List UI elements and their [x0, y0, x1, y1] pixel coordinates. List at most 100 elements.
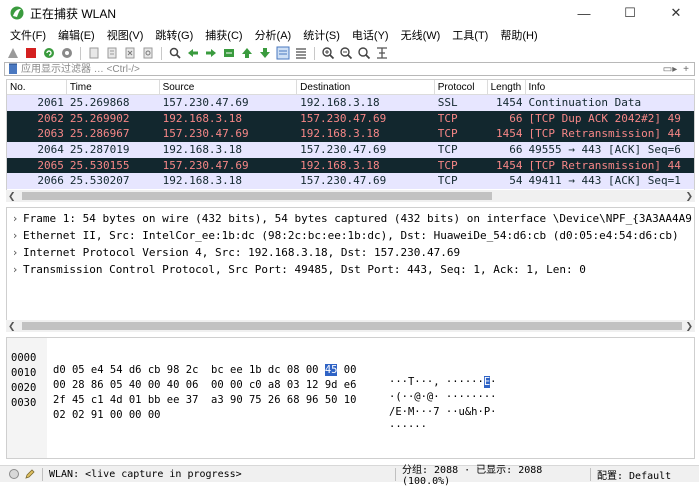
toolbar-separator [161, 46, 162, 60]
menu-analyze[interactable]: 分析(A) [249, 27, 298, 43]
expand-chevron-icon[interactable]: › [7, 212, 23, 225]
bytes-row[interactable]: 0000 d0 05 e4 54 d6 cb 98 2c bc ee 1b dc… [7, 340, 496, 388]
column-header-protocol[interactable]: Protocol [435, 80, 488, 95]
expand-chevron-icon[interactable]: › [7, 263, 23, 276]
bytes-hex[interactable]: 2f 45 c1 4d 01 bb ee 37 a3 90 75 26 68 9… [53, 394, 356, 406]
packet-list[interactable]: No. Time Source Destination Protocol Len… [6, 79, 695, 201]
menu-telephony[interactable]: 电话(Y) [346, 27, 395, 43]
menu-go[interactable]: 跳转(G) [149, 27, 199, 43]
status-packet-count: 分组: 2088 · 已显示: 2088 (100.0%) [402, 465, 543, 487]
bytes-row[interactable]: 0030 02 02 91 00 00 00 ······ [7, 385, 427, 433]
edit-comment-icon[interactable] [24, 468, 36, 480]
packet-list-hscrollbar[interactable]: ❮ ❯ [6, 190, 695, 202]
packet-source: 192.168.3.18 [162, 143, 243, 157]
bytes-ascii[interactable]: ······ [389, 421, 427, 433]
column-header-no[interactable]: No. [7, 80, 67, 95]
column-header-source[interactable]: Source [160, 80, 298, 95]
detail-row-ip[interactable]: › Internet Protocol Version 4, Src: 192.1… [7, 244, 694, 261]
zoom-in-icon[interactable] [321, 46, 335, 60]
expand-chevron-icon[interactable]: › [7, 246, 23, 259]
scroll-left-icon[interactable]: ❮ [8, 321, 16, 332]
close-button[interactable]: ✕ [653, 0, 699, 26]
capture-status-icon[interactable] [8, 468, 20, 480]
packet-bytes-pane[interactable]: 0000 d0 05 e4 54 d6 cb 98 2c bc ee 1b dc… [6, 337, 695, 459]
display-filter-input[interactable] [19, 63, 662, 75]
menu-wireless[interactable]: 无线(W) [395, 27, 447, 43]
column-header-info[interactable]: Info [526, 80, 694, 95]
display-filter-bar: ▭▸ + [4, 62, 695, 76]
reload-icon[interactable] [141, 46, 155, 60]
resize-columns-icon[interactable] [375, 46, 389, 60]
menu-help[interactable]: 帮助(H) [494, 27, 543, 43]
details-hscrollbar[interactable]: ❮ ❯ [6, 320, 695, 332]
bytes-hex[interactable]: 00 28 86 05 40 00 40 06 00 00 c0 a8 03 1… [53, 379, 356, 391]
bytes-hex[interactable]: d0 05 e4 54 d6 cb 98 2c bc ee 1b dc 08 0… [53, 364, 356, 376]
shark-fin-icon[interactable] [6, 46, 20, 60]
bytes-offset: 0030 [11, 397, 37, 409]
packet-source: 192.168.3.18 [162, 174, 243, 188]
scroll-left-icon[interactable]: ❮ [8, 191, 16, 202]
packet-destination: 192.168.3.18 [300, 96, 380, 109]
detail-row-tcp[interactable]: › Transmission Control Protocol, Src Port… [7, 261, 694, 278]
packet-source: 157.230.47.69 [162, 127, 249, 141]
save-file-icon[interactable] [105, 46, 119, 60]
detail-text: Internet Protocol Version 4, Src: 192.16… [23, 246, 461, 259]
packet-info: [TCP Retransmission] 44 [528, 127, 681, 141]
packet-row[interactable]: 2061 25.269868 157.230.47.69 192.168.3.1… [7, 95, 694, 111]
packet-row[interactable]: 2063 25.286967 157.230.47.69 192.168.3.1… [7, 126, 694, 143]
bookmark-icon[interactable] [7, 63, 19, 75]
detail-row-ethernet[interactable]: › Ethernet II, Src: IntelCor_ee:1b:dc (98… [7, 227, 694, 244]
menu-capture[interactable]: 捕获(C) [199, 27, 248, 43]
add-filter-button[interactable]: + [678, 63, 694, 75]
menu-file[interactable]: 文件(F) [4, 27, 52, 43]
scrollbar-thumb[interactable] [22, 192, 492, 200]
scroll-right-icon[interactable]: ❯ [685, 321, 693, 332]
minimize-button[interactable]: — [561, 0, 607, 26]
open-file-icon[interactable] [87, 46, 101, 60]
first-packet-icon[interactable] [240, 46, 254, 60]
colorize-icon[interactable] [294, 46, 308, 60]
zoom-out-icon[interactable] [339, 46, 353, 60]
menu-view[interactable]: 视图(V) [101, 27, 150, 43]
maximize-button[interactable]: ☐ [607, 0, 653, 26]
status-profile[interactable]: 配置: Default [597, 467, 671, 482]
menu-edit[interactable]: 编辑(E) [52, 27, 101, 43]
packet-info: Continuation Data [528, 96, 642, 109]
apply-filter-button[interactable]: ▭▸ [662, 63, 678, 75]
packet-row[interactable]: 2062 25.269902 192.168.3.18 157.230.47.6… [7, 110, 694, 127]
packet-time: 25.269868 [69, 96, 130, 109]
bytes-ascii[interactable]: /E·M···7 ··u&h·P· [389, 406, 496, 418]
bytes-ascii[interactable]: ···T···, ······E· [389, 376, 496, 388]
scroll-right-icon[interactable]: ❯ [685, 191, 693, 202]
scrollbar-thumb[interactable] [22, 322, 682, 330]
goto-packet-icon[interactable] [222, 46, 236, 60]
restart-icon[interactable] [42, 46, 56, 60]
menu-statistics[interactable]: 统计(S) [297, 27, 346, 43]
autoscroll-icon[interactable] [276, 46, 290, 60]
back-arrow-icon[interactable] [186, 46, 200, 60]
packet-details-pane[interactable]: › Frame 1: 54 bytes on wire (432 bits), 5… [6, 207, 695, 331]
packet-row[interactable]: 2064 25.287019 192.168.3.18 157.230.47.6… [7, 142, 694, 158]
find-icon[interactable] [168, 46, 182, 60]
column-header-time[interactable]: Time [67, 80, 160, 95]
bytes-row[interactable]: 0020 2f 45 c1 4d 01 bb ee 37 a3 90 75 26… [7, 370, 496, 418]
close-file-icon[interactable] [123, 46, 137, 60]
packet-row[interactable]: 2066 25.530207 192.168.3.18 157.230.47.6… [7, 173, 694, 190]
detail-text: Frame 1: 54 bytes on wire (432 bits), 54… [23, 212, 692, 225]
stop-icon[interactable] [24, 46, 38, 60]
zoom-normal-icon[interactable] [357, 46, 371, 60]
column-header-destination[interactable]: Destination [297, 80, 435, 95]
packet-row[interactable]: 2065 25.530155 157.230.47.69 192.168.3.1… [7, 157, 694, 174]
menu-tools[interactable]: 工具(T) [446, 27, 494, 43]
packet-destination: 157.230.47.69 [300, 143, 387, 157]
options-gear-icon[interactable] [60, 46, 74, 60]
last-packet-icon[interactable] [258, 46, 272, 60]
column-header-length[interactable]: Length [488, 80, 526, 95]
expand-chevron-icon[interactable]: › [7, 229, 23, 242]
forward-arrow-icon[interactable] [204, 46, 218, 60]
bytes-row[interactable]: 0010 00 28 86 05 40 00 40 06 00 00 c0 a8… [7, 355, 496, 403]
bytes-hex[interactable]: 02 02 91 00 00 00 [53, 409, 160, 421]
packet-time: 25.287019 [69, 143, 130, 157]
bytes-ascii[interactable]: ·(··@·@· ········ [389, 391, 496, 403]
detail-row-frame[interactable]: › Frame 1: 54 bytes on wire (432 bits), 5… [7, 210, 694, 227]
